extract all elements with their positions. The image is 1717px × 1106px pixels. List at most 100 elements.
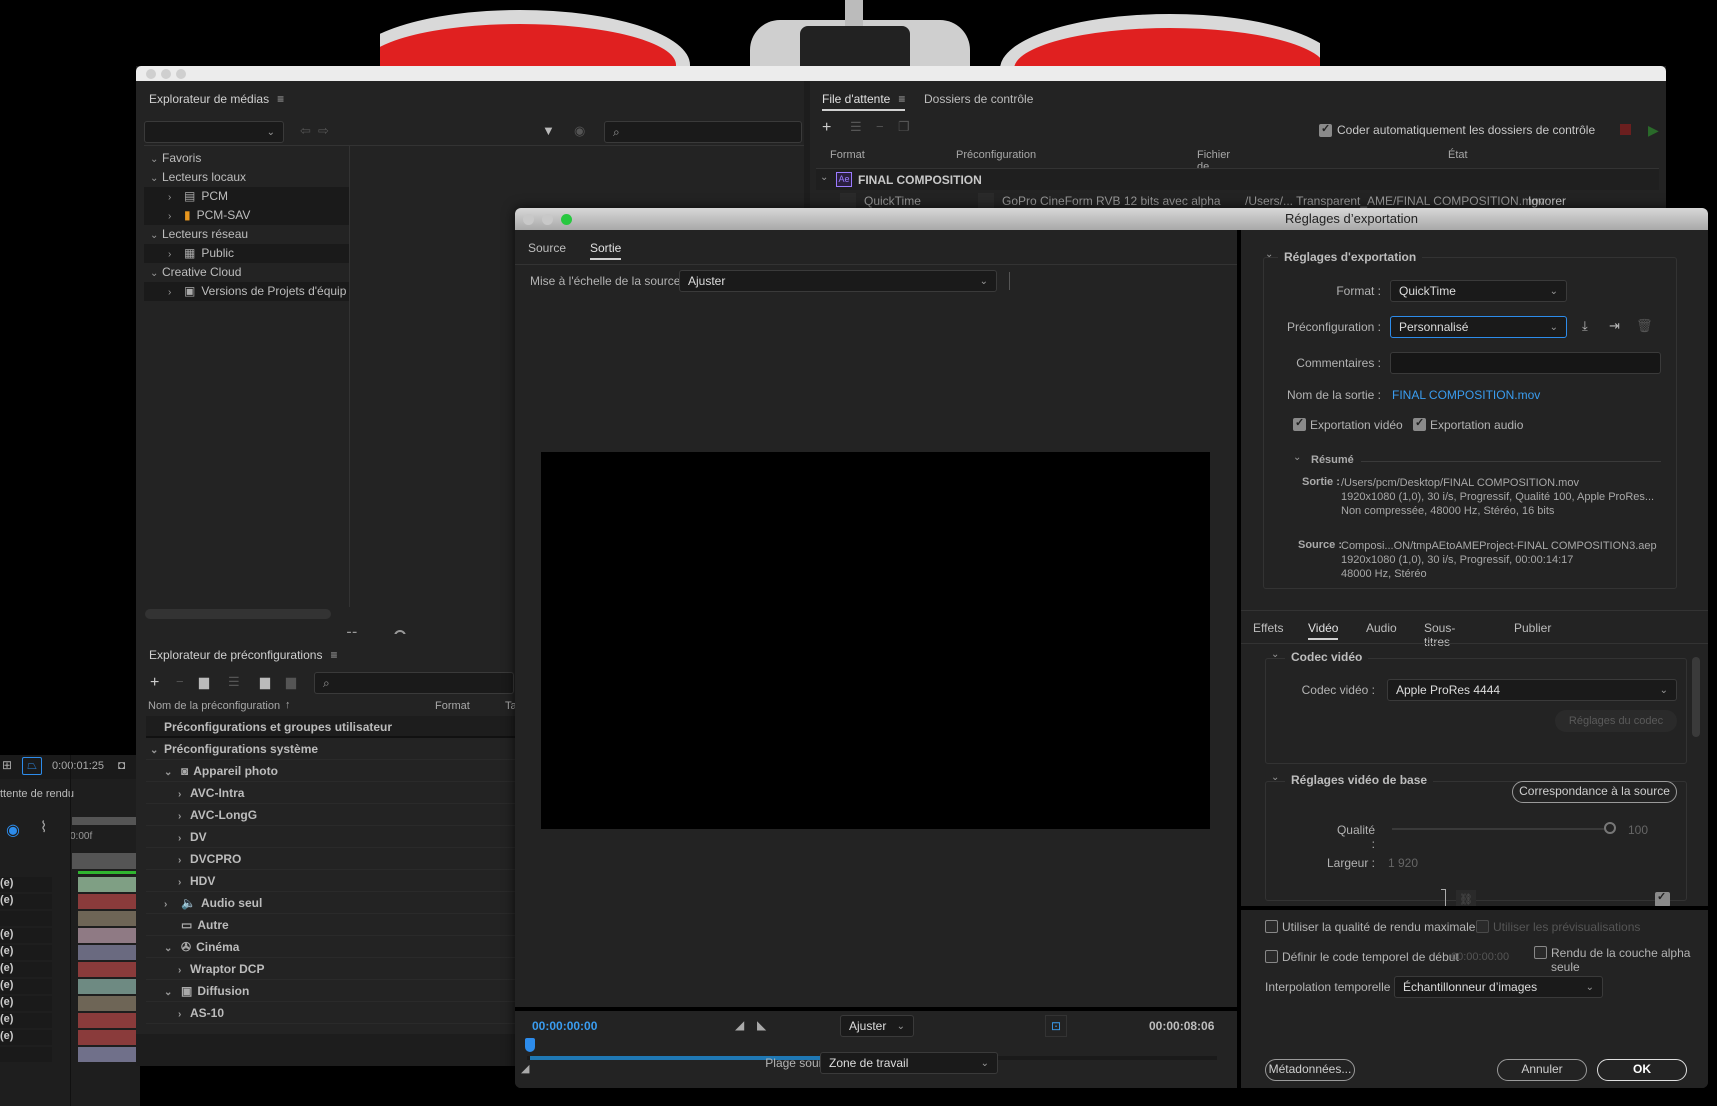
- new-preset-icon[interactable]: +: [150, 674, 159, 692]
- queue-group-row[interactable]: ⌄ Ae FINAL COMPOSITION: [816, 168, 1659, 190]
- codec-dropdown[interactable]: Apple ProRes 4444 ⌄: [1387, 679, 1677, 701]
- tree-item[interactable]: › ▣ Versions de Projets d'équip: [144, 282, 349, 301]
- tab-watch-folders[interactable]: Dossiers de contrôle: [924, 92, 1033, 106]
- ae-layer-switch[interactable]: (e): [0, 996, 52, 1011]
- output-name-link[interactable]: FINAL COMPOSITION.mov: [1392, 388, 1540, 402]
- panel-menu-icon[interactable]: ≡: [330, 648, 337, 662]
- ae-layer-bar[interactable]: [78, 1047, 140, 1062]
- ae-layer-switch[interactable]: (e): [0, 1030, 52, 1045]
- chevron-icon[interactable]: ⌄: [150, 169, 162, 188]
- set-in-point-icon[interactable]: ◢: [735, 1018, 744, 1032]
- back-arrow-icon[interactable]: ⇦: [300, 123, 311, 139]
- tab-settings-3[interactable]: Sous-titres: [1424, 621, 1455, 649]
- tab-source[interactable]: Source: [528, 241, 566, 255]
- add-source-icon[interactable]: +: [822, 119, 831, 137]
- ae-layer-switch[interactable]: (e): [0, 962, 52, 977]
- start-timecode-checkbox[interactable]: [1265, 950, 1278, 963]
- tree-item[interactable]: ⌄ Creative Cloud: [144, 263, 349, 282]
- queue-format[interactable]: QuickTime: [864, 194, 921, 208]
- ae-layer-bar[interactable]: [78, 911, 140, 926]
- match-source-button[interactable]: Correspondance à la source: [1512, 781, 1677, 803]
- chevron-icon[interactable]: ⌄: [150, 740, 164, 762]
- start-queue-button[interactable]: ▶: [1648, 122, 1659, 139]
- chevron-icon[interactable]: ›: [178, 1004, 190, 1026]
- tab-output[interactable]: Sortie: [590, 241, 622, 260]
- tree-item[interactable]: ⌄ Favoris: [144, 149, 349, 168]
- chevron-icon[interactable]: ⌄: [150, 150, 162, 169]
- ae-layer-bar[interactable]: [78, 979, 140, 994]
- alpha-only-checkbox[interactable]: [1534, 946, 1547, 959]
- ae-layer-bar[interactable]: [78, 894, 140, 909]
- chevron-icon[interactable]: ›: [168, 283, 180, 302]
- ae-layer-bar[interactable]: [78, 945, 140, 960]
- chevron-icon[interactable]: ›: [168, 188, 180, 207]
- close-button[interactable]: [146, 69, 156, 79]
- chevron-icon[interactable]: ⌄: [164, 762, 176, 784]
- remove-icon[interactable]: −: [876, 119, 884, 134]
- ae-layer-switch[interactable]: (e): [0, 979, 52, 994]
- preset-search-input[interactable]: ⌕: [314, 672, 514, 694]
- dimension-override-checkbox[interactable]: [1655, 890, 1670, 907]
- tree-item[interactable]: › ▦ Public: [144, 244, 349, 263]
- queue-column-header[interactable]: Préconfiguration: [956, 149, 1036, 161]
- ae-layer-switch[interactable]: (e): [0, 1013, 52, 1028]
- use-previews-checkbox[interactable]: [1476, 920, 1489, 933]
- tab-settings-2[interactable]: Audio: [1366, 621, 1397, 635]
- export-audio-checkbox[interactable]: [1413, 416, 1426, 431]
- import-preset-icon[interactable]: ⇥: [1609, 318, 1620, 334]
- ae-layer-switch[interactable]: [0, 911, 52, 926]
- tab-settings-1[interactable]: Vidéo: [1308, 621, 1339, 640]
- in-point-marker[interactable]: ◢: [521, 1062, 529, 1075]
- ae-work-area-bar[interactable]: [72, 817, 140, 825]
- tree-scrollbar[interactable]: [145, 609, 331, 619]
- settings-scrollbar[interactable]: [1692, 657, 1700, 737]
- start-timecode-value[interactable]: 00:00:00:00: [1451, 951, 1509, 963]
- preset-dropdown-arrow[interactable]: [978, 193, 994, 208]
- preset-settings-icon[interactable]: ☰: [228, 674, 240, 690]
- media-search-input[interactable]: ⌕: [604, 121, 802, 143]
- chevron-icon[interactable]: ›: [168, 245, 180, 264]
- width-value[interactable]: 1 920: [1388, 856, 1418, 870]
- motion-blur-icon[interactable]: ◉: [6, 820, 20, 840]
- snapshot-icon[interactable]: ◘: [118, 758, 125, 772]
- dialog-minimize-button[interactable]: [542, 214, 553, 225]
- zoom-dropdown[interactable]: Ajuster ⌄: [840, 1015, 914, 1037]
- ok-button[interactable]: OK: [1597, 1059, 1687, 1081]
- interpolation-dropdown[interactable]: Échantillonneur d’images ⌄: [1394, 976, 1603, 998]
- chevron-icon[interactable]: ›: [178, 828, 190, 850]
- forward-arrow-icon[interactable]: ⇨: [318, 123, 329, 139]
- source-range-dropdown[interactable]: Zone de travail ⌄: [820, 1052, 998, 1074]
- comments-input[interactable]: [1390, 352, 1661, 374]
- chevron-icon[interactable]: ⌄: [164, 938, 176, 960]
- ae-layer-bar[interactable]: [78, 928, 140, 943]
- remove-preset-icon[interactable]: −: [176, 674, 184, 689]
- queue-column-header[interactable]: Format: [830, 149, 865, 161]
- stop-queue-button[interactable]: [1620, 124, 1631, 135]
- view-icon[interactable]: ◉: [574, 123, 585, 139]
- ae-layer-switch[interactable]: (e): [0, 945, 52, 960]
- ae-layer-switch[interactable]: (e): [0, 894, 52, 909]
- current-timecode[interactable]: 00:00:00:00: [532, 1019, 597, 1033]
- tab-queue[interactable]: File d'attente ≡: [822, 92, 906, 111]
- queue-output-file[interactable]: /Users/... Transparent_AME/FINAL COMPOSI…: [1245, 194, 1545, 208]
- ae-layer-bar[interactable]: [78, 1030, 140, 1045]
- column-format[interactable]: Format: [435, 700, 470, 712]
- ae-layer-bar[interactable]: [78, 1013, 140, 1028]
- chevron-icon[interactable]: ›: [178, 960, 190, 982]
- delete-preset-icon[interactable]: 🗑: [1636, 318, 1653, 334]
- tab-settings-4[interactable]: Publier: [1514, 621, 1551, 635]
- metadata-button[interactable]: Métadonnées...: [1265, 1059, 1355, 1081]
- format-dropdown[interactable]: QuickTime ⌄: [1390, 280, 1567, 302]
- collapse-chevron-icon[interactable]: ⌄: [1265, 249, 1273, 260]
- auto-encode-checkbox[interactable]: [1319, 122, 1332, 137]
- chevron-icon[interactable]: ›: [178, 806, 190, 828]
- expand-chevron-icon[interactable]: ⌄: [820, 172, 828, 183]
- dialog-zoom-button[interactable]: [561, 214, 572, 225]
- chevron-icon[interactable]: ⌄: [150, 226, 162, 245]
- location-dropdown[interactable]: ⌄: [144, 121, 284, 143]
- export-preset-icon[interactable]: ▆: [286, 674, 296, 690]
- zoom-button[interactable]: [176, 69, 186, 79]
- ae-layer-switch[interactable]: [0, 1047, 52, 1062]
- tree-item[interactable]: ⌄ Lecteurs locaux: [144, 168, 349, 187]
- codec-settings-button[interactable]: Réglages du codec: [1555, 710, 1677, 732]
